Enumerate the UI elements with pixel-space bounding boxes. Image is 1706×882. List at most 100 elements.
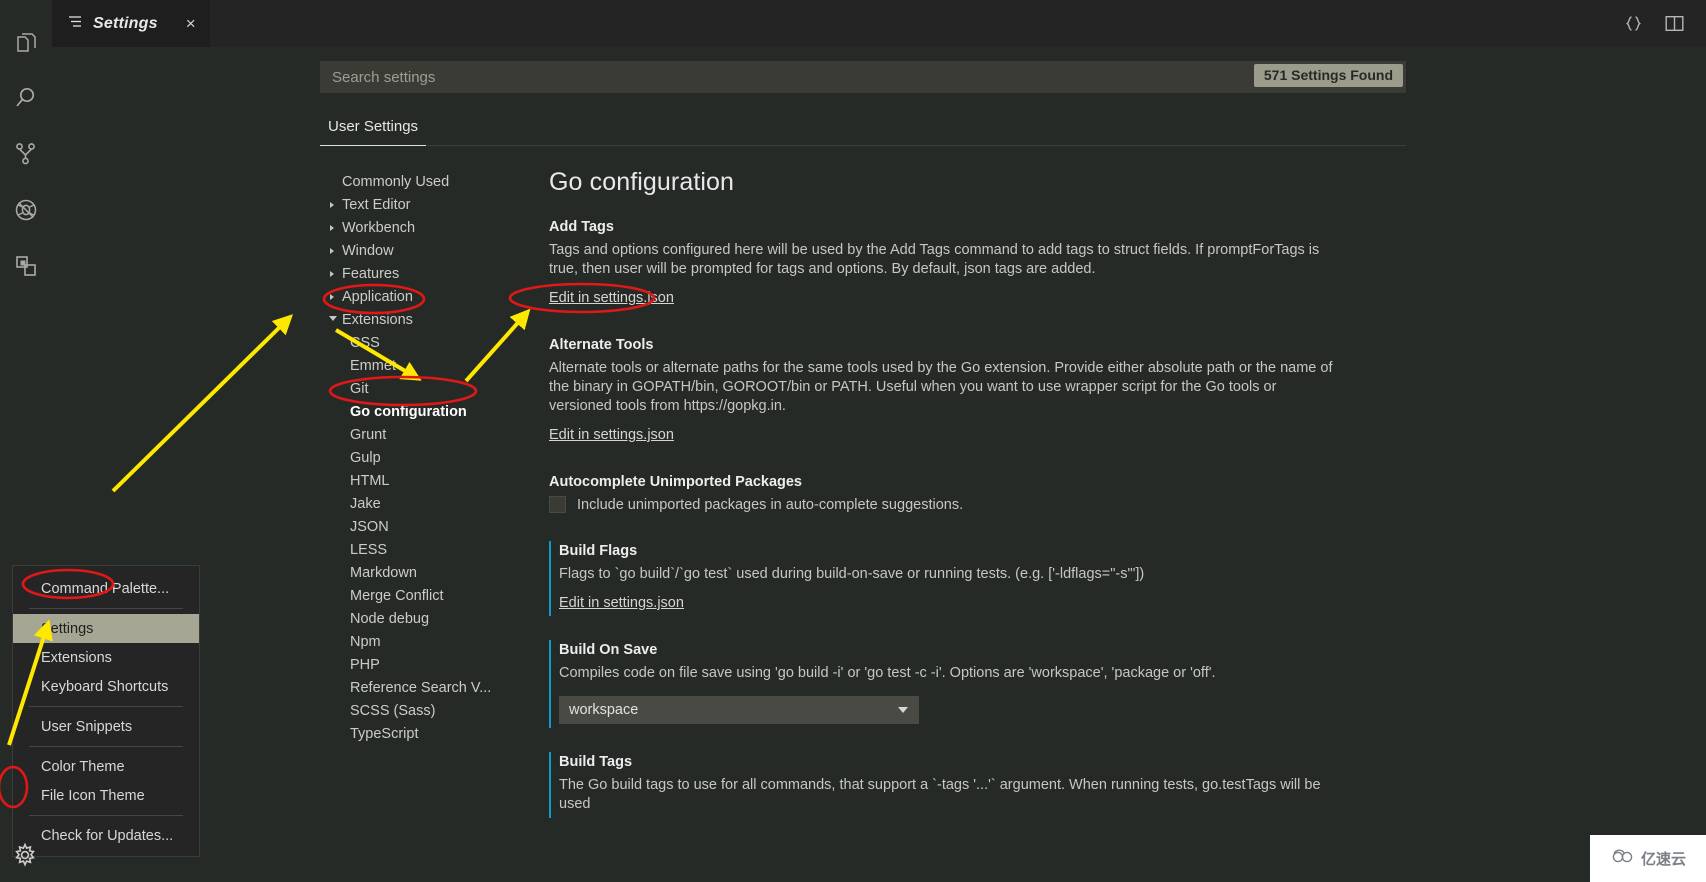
- watermark-text: 亿速云: [1640, 851, 1686, 868]
- toc-item-label: Features: [342, 265, 400, 282]
- toc-item-label: Commonly Used: [342, 173, 450, 190]
- edit-in-settings-json-link[interactable]: Edit in settings.json: [549, 290, 674, 306]
- settings-toc-tree: Commonly Used Text Editor Workbench Window F…: [320, 168, 525, 844]
- toc-item-label: Workbench: [342, 219, 416, 236]
- setting-title: Autocomplete Unimported Packages: [549, 474, 802, 490]
- toc-item-label: SCSS (Sass): [350, 702, 436, 719]
- toc-item-label: Window: [342, 242, 394, 259]
- toc-item[interactable]: Workbench: [320, 216, 525, 239]
- toc-item[interactable]: Extensions: [320, 308, 525, 331]
- setting-description: The Go build tags to use for all command…: [559, 777, 1321, 812]
- context-menu-item[interactable]: Color Theme: [13, 752, 199, 781]
- toc-item[interactable]: Git: [320, 377, 525, 400]
- editor-actions: [1624, 0, 1706, 47]
- editor-tab-bar: Settings ×: [52, 0, 1706, 47]
- settings-columns: Commonly Used Text Editor Workbench Window F…: [320, 168, 1406, 844]
- tab-label: Settings: [93, 14, 158, 32]
- chevron-right-icon[interactable]: [330, 201, 334, 208]
- toc-item-label: LESS: [350, 541, 388, 558]
- toc-item[interactable]: TypeScript: [320, 722, 525, 745]
- toc-item-label: JSON: [350, 518, 389, 535]
- toc-item-label: Jake: [350, 495, 381, 512]
- split-editor-icon[interactable]: [1665, 15, 1684, 32]
- settings-list-icon: [68, 15, 83, 33]
- setting-entry: Build On Save Compiles code on file save …: [549, 640, 1406, 728]
- toc-item[interactable]: HTML: [320, 469, 525, 492]
- setting-title: Build Flags: [559, 543, 638, 559]
- chevron-right-icon[interactable]: [330, 293, 334, 300]
- toc-item-label: Reference Search V...: [350, 679, 492, 696]
- open-settings-json-icon[interactable]: [1624, 14, 1643, 33]
- toc-item[interactable]: Npm: [320, 630, 525, 653]
- extensions-icon[interactable]: [0, 238, 52, 294]
- context-menu-item[interactable]: File Icon Theme: [13, 781, 199, 810]
- setting-title: Build On Save: [559, 642, 658, 658]
- toc-item[interactable]: CSS: [320, 331, 525, 354]
- manage-gear-icon[interactable]: [5, 835, 45, 875]
- toc-item[interactable]: Jake: [320, 492, 525, 515]
- toc-item[interactable]: Node debug: [320, 607, 525, 630]
- cloud-logo-icon: [1610, 848, 1636, 869]
- setting-entry: Build Tags The Go build tags to use for a…: [549, 752, 1406, 818]
- toc-item[interactable]: Text Editor: [320, 193, 525, 216]
- setting-checkbox[interactable]: [549, 496, 566, 513]
- toc-item[interactable]: Application: [320, 285, 525, 308]
- tab-user-settings[interactable]: User Settings: [320, 110, 427, 146]
- toc-item-label: Npm: [350, 633, 381, 650]
- toc-item[interactable]: Merge Conflict: [320, 584, 525, 607]
- toc-item-label: Go configuration: [350, 403, 467, 420]
- toc-item[interactable]: Window: [320, 239, 525, 262]
- toc-item[interactable]: Emmet: [320, 354, 525, 377]
- setting-entry: Add Tags Tags and options configured here…: [549, 219, 1406, 307]
- toc-item[interactable]: Reference Search V...: [320, 676, 525, 699]
- settings-details-list: Go configuration Add Tags Tags and option…: [525, 168, 1406, 844]
- menu-separator: [29, 706, 183, 707]
- close-icon[interactable]: ×: [186, 15, 196, 32]
- toc-item-label: Node debug: [350, 610, 430, 627]
- page-title: Go configuration: [549, 168, 735, 196]
- source-control-icon[interactable]: [0, 126, 52, 182]
- toc-item[interactable]: PHP: [320, 653, 525, 676]
- toc-item[interactable]: Gulp: [320, 446, 525, 469]
- toc-item[interactable]: Markdown: [320, 561, 525, 584]
- tab-settings[interactable]: Settings ×: [52, 0, 210, 47]
- chevron-right-icon[interactable]: [330, 247, 334, 254]
- setting-select-value: workspace: [569, 702, 639, 718]
- toc-item[interactable]: SCSS (Sass): [320, 699, 525, 722]
- explorer-icon[interactable]: [0, 14, 52, 70]
- editor-area: 571 Settings Found User Settings Commonl…: [52, 47, 1706, 882]
- toc-item[interactable]: Grunt: [320, 423, 525, 446]
- toc-item-label: HTML: [350, 472, 390, 489]
- menu-separator: [29, 815, 183, 816]
- manage-context-menu: Command Palette... Settings Extensions Keyb…: [12, 565, 200, 857]
- setting-title: Alternate Tools: [549, 337, 654, 353]
- chevron-right-icon[interactable]: [330, 270, 334, 277]
- context-menu-item[interactable]: Keyboard Shortcuts: [13, 672, 199, 701]
- toc-item-label: Grunt: [350, 426, 387, 443]
- context-menu-item[interactable]: Extensions: [13, 643, 199, 672]
- chevron-right-icon[interactable]: [330, 224, 334, 231]
- toc-item-label: Extensions: [342, 311, 413, 328]
- toc-item[interactable]: Features: [320, 262, 525, 285]
- search-icon[interactable]: [0, 70, 52, 126]
- settings-found-badge: 571 Settings Found: [1253, 64, 1403, 87]
- toc-item[interactable]: Go configuration: [320, 400, 525, 423]
- chevron-down-icon[interactable]: [898, 707, 908, 713]
- edit-in-settings-json-link[interactable]: Edit in settings.json: [549, 427, 674, 443]
- setting-entry: Alternate Tools Alternate tools or altern…: [549, 337, 1406, 444]
- context-menu-item[interactable]: Settings: [13, 614, 199, 643]
- setting-entry: Build Flags Flags to `go build`/`go test`…: [549, 541, 1406, 616]
- edit-in-settings-json-link[interactable]: Edit in settings.json: [559, 595, 684, 611]
- context-menu-item[interactable]: User Snippets: [13, 712, 199, 741]
- toc-item[interactable]: LESS: [320, 538, 525, 561]
- setting-title: Add Tags: [549, 219, 614, 235]
- chevron-down-icon[interactable]: [329, 315, 337, 324]
- toc-item[interactable]: Commonly Used: [320, 170, 525, 193]
- debug-icon[interactable]: [0, 182, 52, 238]
- toc-item[interactable]: JSON: [320, 515, 525, 538]
- context-menu-item[interactable]: Command Palette...: [13, 574, 199, 603]
- setting-select[interactable]: workspace: [559, 696, 919, 724]
- toc-item-label: TypeScript: [350, 725, 419, 742]
- setting-description: Flags to `go build`/`go test` used durin…: [559, 566, 1145, 582]
- search-input[interactable]: [320, 61, 1406, 93]
